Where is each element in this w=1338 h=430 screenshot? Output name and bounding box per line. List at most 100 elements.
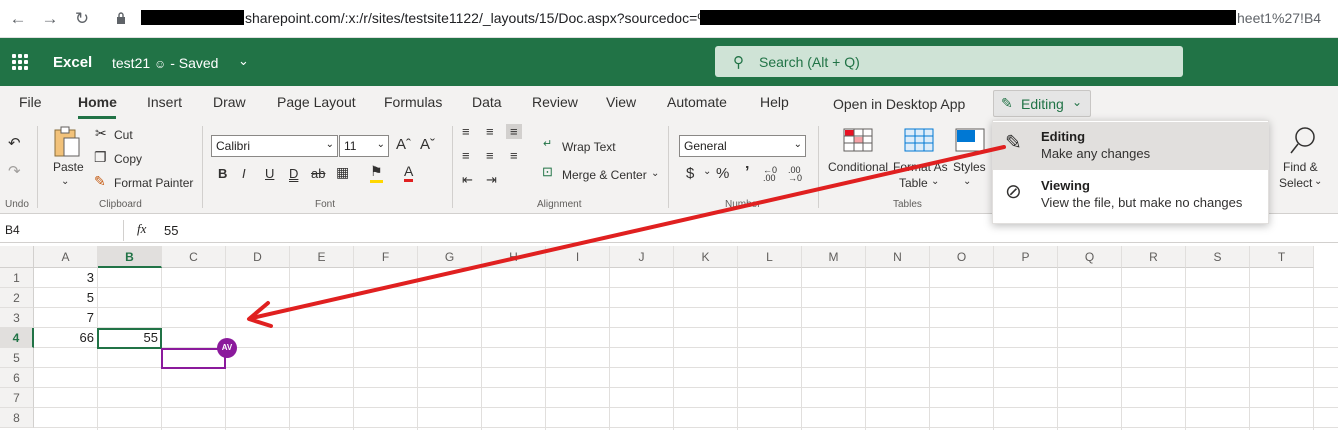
underline-icon[interactable]: U [265, 166, 274, 181]
row-header[interactable]: 5 [0, 348, 34, 368]
increase-indent-icon[interactable]: ⇥ [486, 172, 497, 188]
open-desktop-app-button[interactable]: Open in Desktop App [833, 96, 965, 112]
align-center-icon[interactable]: ≡ [486, 148, 494, 163]
column-header[interactable]: Q [1058, 246, 1122, 268]
column-header[interactable]: L [738, 246, 802, 268]
column-header[interactable]: S [1186, 246, 1250, 268]
tab-automate[interactable]: Automate [667, 94, 727, 110]
comma-style-icon[interactable]: ’ [745, 164, 749, 182]
editing-mode-button[interactable]: ✎ Editing ⌄ [993, 90, 1091, 117]
row-header[interactable]: 1 [0, 268, 34, 288]
select-all-corner[interactable] [0, 246, 34, 268]
font-name-select[interactable]: Calibri ⌄ [211, 135, 338, 157]
decrease-font-icon[interactable]: Aˇ [420, 136, 435, 153]
cell-a3[interactable]: 7 [34, 308, 98, 328]
undo-icon[interactable]: ↶ [8, 134, 21, 152]
increase-font-icon[interactable]: Aˆ [396, 136, 411, 153]
cell-a1[interactable]: 3 [34, 268, 98, 288]
column-header[interactable]: P [994, 246, 1058, 268]
search-input[interactable]: ⚲ Search (Alt + Q) [715, 46, 1183, 77]
wrap-text-button[interactable]: Wrap Text [562, 140, 616, 154]
column-header[interactable]: R [1122, 246, 1186, 268]
find-icon[interactable] [1289, 126, 1317, 156]
align-bottom-icon[interactable]: ≡ [506, 124, 522, 139]
currency-icon[interactable]: $ [686, 165, 694, 182]
column-header[interactable]: O [930, 246, 994, 268]
tab-file[interactable]: File [19, 94, 42, 110]
row-header[interactable]: 6 [0, 368, 34, 388]
column-header[interactable]: K [674, 246, 738, 268]
tab-help[interactable]: Help [760, 94, 789, 110]
format-as-table-icon[interactable] [904, 128, 934, 152]
increase-decimal-icon[interactable]: ←0.00 [763, 166, 777, 183]
font-color-icon[interactable]: A [404, 163, 414, 182]
insert-function-icon[interactable]: fx [137, 221, 146, 237]
align-left-icon[interactable]: ≡ [462, 148, 470, 163]
column-header[interactable]: H [482, 246, 546, 268]
decrease-decimal-icon[interactable]: .00 →0 [788, 166, 802, 183]
column-header[interactable]: F [354, 246, 418, 268]
column-header[interactable]: C [162, 246, 226, 268]
align-top-icon[interactable]: ≡ [462, 124, 470, 139]
chevron-down-icon[interactable]: ⌄ [238, 53, 249, 69]
column-header[interactable]: A [34, 246, 98, 268]
forward-icon[interactable]: → [40, 9, 60, 29]
column-header[interactable]: T [1250, 246, 1314, 268]
cell-styles-icon[interactable] [955, 128, 985, 152]
double-underline-icon[interactable]: D [289, 166, 298, 181]
cell-a4[interactable]: 66 [34, 328, 98, 348]
tab-formulas[interactable]: Formulas [384, 94, 442, 110]
formula-input[interactable]: 55 [164, 223, 178, 238]
column-header[interactable]: J [610, 246, 674, 268]
number-format-select[interactable]: General ⌄ [679, 135, 806, 157]
app-name[interactable]: Excel [53, 54, 92, 71]
format-as-table-button[interactable]: Format As [893, 160, 948, 174]
decrease-indent-icon[interactable]: ⇤ [462, 172, 473, 188]
menu-item-editing[interactable]: ✎ Editing Make any changes [993, 122, 1268, 170]
fill-color-icon[interactable]: ⚑ [370, 163, 383, 183]
chevron-down-icon[interactable]: ⌄ [703, 166, 711, 177]
borders-icon[interactable]: ▦ [336, 164, 349, 181]
font-size-select[interactable]: 11 ⌄ [339, 135, 389, 157]
doc-title[interactable]: test21 ☺ - Saved [112, 55, 218, 71]
url-text[interactable]: sharepoint.com/:x:/r/sites/testsite1122/… [245, 10, 710, 26]
column-header[interactable]: I [546, 246, 610, 268]
tab-view[interactable]: View [606, 94, 636, 110]
cut-button[interactable]: Cut [114, 128, 133, 142]
conditional-formatting-button[interactable]: Conditional [828, 160, 888, 174]
align-middle-icon[interactable]: ≡ [486, 124, 494, 139]
redo-icon[interactable]: ↷ [8, 162, 21, 180]
column-header[interactable]: N [866, 246, 930, 268]
column-header[interactable]: E [290, 246, 354, 268]
chevron-down-icon[interactable]: ⌄ [1314, 176, 1322, 187]
row-header[interactable]: 3 [0, 308, 34, 328]
column-header[interactable]: M [802, 246, 866, 268]
chevron-down-icon[interactable]: ⌄ [931, 176, 939, 187]
tab-home[interactable]: Home [78, 94, 117, 110]
column-header[interactable]: G [418, 246, 482, 268]
copy-button[interactable]: Copy [114, 152, 142, 166]
format-painter-button[interactable]: Format Painter [114, 176, 193, 190]
paste-button[interactable]: Paste [53, 160, 84, 174]
spreadsheet-grid[interactable]: A B C D E F G H I J K L M N O P Q R S T 1 2 3 4 5 6 7 8 3 5 7 66 55 AV [0, 246, 1338, 430]
menu-item-viewing[interactable]: ⊘ Viewing View the file, but make no cha… [993, 171, 1268, 219]
url-text-end[interactable]: heet1%27!B4 [1237, 10, 1321, 26]
tab-page-layout[interactable]: Page Layout [277, 94, 356, 110]
back-icon[interactable]: ← [8, 9, 28, 29]
chevron-down-icon[interactable]: ⌄ [963, 176, 971, 187]
tab-data[interactable]: Data [472, 94, 502, 110]
conditional-formatting-icon[interactable] [843, 128, 873, 152]
row-header[interactable]: 8 [0, 408, 34, 428]
name-box[interactable]: B4 [2, 220, 124, 241]
collaborator-avatar[interactable]: AV [217, 338, 237, 358]
app-launcher-icon[interactable] [12, 54, 28, 70]
align-right-icon[interactable]: ≡ [510, 148, 518, 163]
percent-icon[interactable]: % [716, 165, 729, 182]
column-header[interactable]: B [98, 246, 162, 268]
reload-icon[interactable]: ↻ [72, 9, 92, 29]
tab-draw[interactable]: Draw [213, 94, 246, 110]
column-header[interactable]: D [226, 246, 290, 268]
cell-a2[interactable]: 5 [34, 288, 98, 308]
italic-icon[interactable]: I [242, 166, 246, 181]
cell-styles-button[interactable]: Styles [953, 160, 986, 174]
